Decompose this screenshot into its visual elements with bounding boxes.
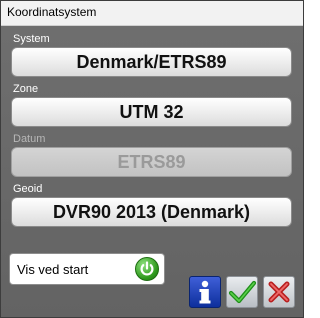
zone-label: Zone: [13, 83, 39, 95]
cancel-button[interactable]: [263, 276, 295, 308]
geoid-select-button[interactable]: DVR90 2013 (Denmark): [11, 197, 292, 227]
system-select-button[interactable]: Denmark/ETRS89: [11, 47, 292, 77]
ok-button[interactable]: [226, 276, 258, 308]
info-button[interactable]: [189, 276, 221, 308]
show-at-start-toggle[interactable]: Vis ved start: [9, 253, 165, 285]
datum-select-button: ETRS89: [11, 147, 292, 177]
power-icon[interactable]: [135, 257, 159, 281]
geoid-label: Geoid: [13, 183, 43, 195]
dialog-window: Koordinatsystem System Denmark/ETRS89 Zo…: [0, 0, 304, 318]
system-label: System: [13, 33, 50, 45]
show-at-start-label: Vis ved start: [17, 262, 89, 277]
close-icon: [268, 281, 290, 303]
checkmark-icon: [228, 280, 257, 304]
zone-select-button[interactable]: UTM 32: [11, 97, 292, 127]
info-icon: [199, 280, 211, 304]
window-title: Koordinatsystem: [7, 5, 97, 19]
datum-label: Datum: [13, 133, 46, 145]
title-bar[interactable]: Koordinatsystem: [1, 1, 303, 26]
